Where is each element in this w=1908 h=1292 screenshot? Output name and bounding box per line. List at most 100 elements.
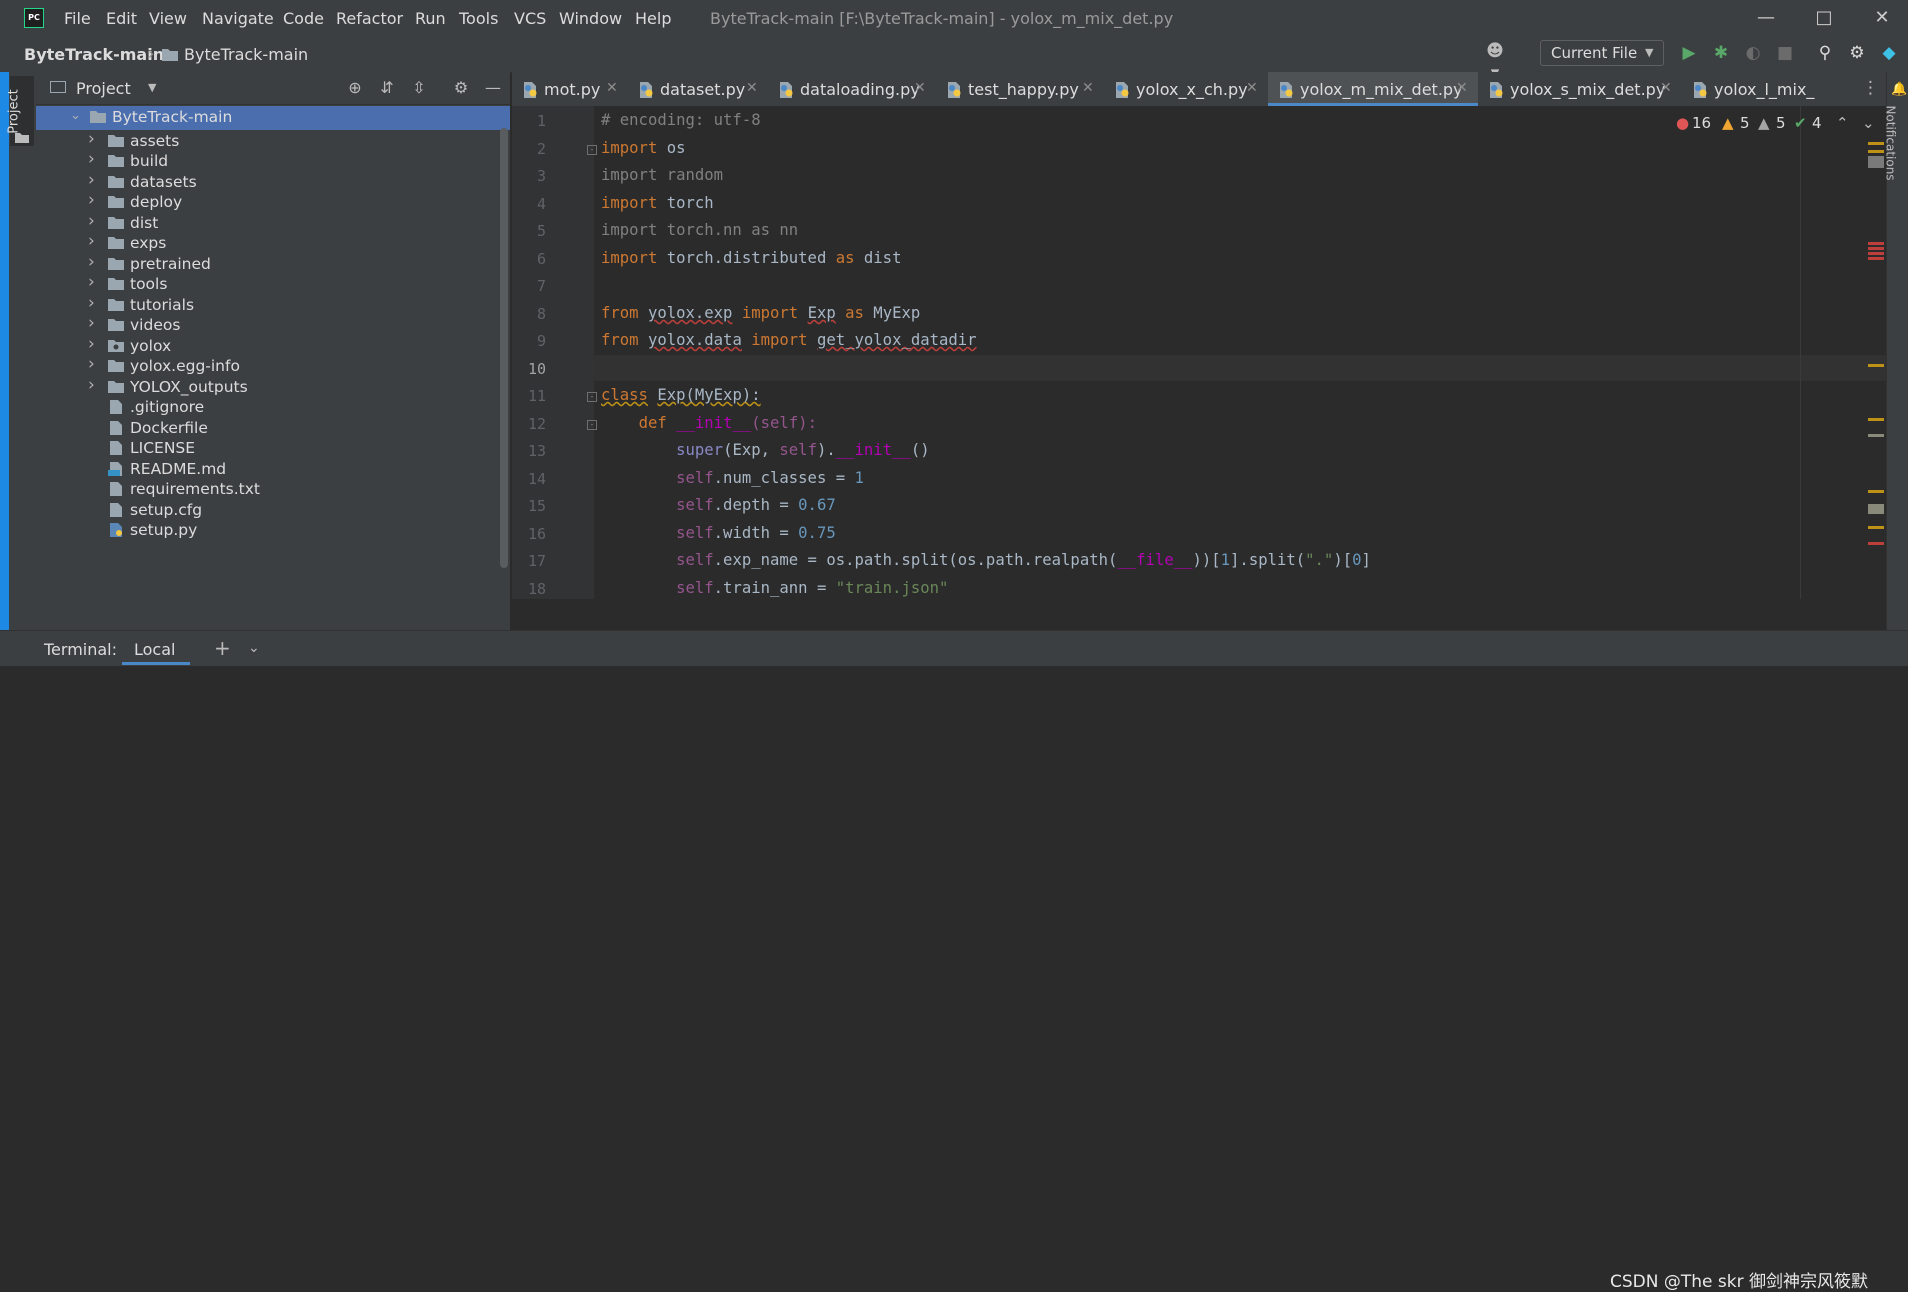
info-mark[interactable]	[1868, 504, 1884, 514]
line-number: 12	[527, 415, 546, 433]
info-mark[interactable]	[1868, 434, 1884, 437]
error-mark[interactable]	[1868, 242, 1884, 245]
chevron-right-icon[interactable]: ›	[88, 334, 95, 354]
chevron-right-icon[interactable]: ›	[88, 313, 95, 333]
warning-icon: ▲	[1722, 114, 1734, 132]
close-tab-icon[interactable]: ✕	[1246, 80, 1258, 96]
expand-all-icon[interactable]: ⇵	[376, 77, 398, 99]
editor-tab[interactable]: test_happy.py ✕	[936, 72, 1104, 106]
user-account-icon[interactable]: ☻▾	[1484, 40, 1506, 83]
coverage-icon[interactable]: ◐	[1742, 42, 1764, 64]
tree-root-item[interactable]: ⌄ ByteTrack-main	[36, 105, 506, 130]
project-panel-title[interactable]: Project	[76, 79, 131, 98]
stop-icon[interactable]: ■	[1774, 42, 1796, 64]
editor-tab[interactable]: dataloading.py ✕	[768, 72, 936, 106]
menu-navigate[interactable]: Navigate	[202, 9, 274, 28]
chevron-right-icon[interactable]: ›	[88, 211, 95, 231]
editor-tab[interactable]: yolox_s_mix_det.py ✕	[1478, 72, 1682, 106]
chevron-down-icon[interactable]: ⌄	[70, 108, 81, 123]
menu-tools[interactable]: Tools	[459, 9, 498, 28]
run-icon[interactable]: ▶	[1678, 42, 1700, 64]
code-text: torch	[657, 194, 714, 212]
chevron-right-icon[interactable]: ›	[88, 190, 95, 210]
chevron-right-icon[interactable]: ›	[88, 149, 95, 169]
close-tab-icon[interactable]: ✕	[1082, 80, 1094, 96]
hide-panel-icon[interactable]: —	[482, 77, 504, 99]
code-line-12: def __init__(self):	[601, 414, 817, 432]
chevron-right-icon[interactable]: ›	[88, 293, 95, 313]
window-title: ByteTrack-main [F:\ByteTrack-main] - yol…	[710, 9, 1174, 28]
chevron-right-icon[interactable]: ›	[88, 375, 95, 395]
fold-marker-icon[interactable]: -	[587, 145, 597, 155]
maximize-icon[interactable]: □	[1812, 6, 1836, 30]
minimize-icon[interactable]: —	[1754, 6, 1778, 30]
breadcrumb-root[interactable]: ByteTrack-main	[24, 45, 164, 64]
project-panel: Project ▼ ⊕ ⇵ ⇳ ⚙ — ⌄ ByteTrack-main › as…	[36, 72, 510, 630]
chevron-down-icon[interactable]: ▼	[148, 81, 156, 94]
menu-code[interactable]: Code	[283, 9, 324, 28]
menu-window[interactable]: Window	[559, 9, 622, 28]
jetbrains-toolbox-icon[interactable]: ◆	[1878, 42, 1900, 64]
chevron-down-icon[interactable]: ⌄	[248, 640, 260, 656]
close-window-icon[interactable]: ✕	[1870, 6, 1894, 30]
tab-label: yolox_m_mix_det.py	[1300, 80, 1463, 99]
close-tab-icon[interactable]: ✕	[1456, 80, 1468, 96]
menu-vcs[interactable]: VCS	[514, 9, 546, 28]
locate-file-icon[interactable]: ⊕	[344, 77, 366, 99]
error-mark[interactable]	[1868, 252, 1884, 255]
warning-mark[interactable]	[1868, 150, 1884, 153]
fold-marker-icon[interactable]: -	[587, 420, 597, 430]
folder-icon	[108, 216, 124, 229]
run-configuration-select[interactable]: Current File ▼	[1540, 40, 1664, 66]
chevron-right-icon[interactable]: ›	[88, 272, 95, 292]
panel-settings-gear-icon[interactable]: ⚙	[450, 77, 472, 99]
error-mark[interactable]	[1868, 542, 1884, 545]
more-tabs-icon[interactable]: ⋮	[1862, 78, 1879, 98]
chevron-right-icon[interactable]: ›	[88, 129, 95, 149]
chevron-right-icon[interactable]: ›	[88, 252, 95, 272]
error-mark[interactable]	[1868, 257, 1884, 260]
warning-mark[interactable]	[1868, 142, 1884, 145]
fold-marker-icon[interactable]: -	[587, 392, 597, 402]
menu-run[interactable]: Run	[415, 9, 446, 28]
chevron-right-icon[interactable]: ›	[88, 170, 95, 190]
menu-refactor[interactable]: Refactor	[336, 9, 403, 28]
warning-mark[interactable]	[1868, 490, 1884, 493]
error-mark[interactable]	[1868, 247, 1884, 250]
previous-highlight-icon[interactable]: ⌃	[1836, 114, 1849, 132]
editor-tab[interactable]: yolox_m_mix_det.py ✕	[1268, 72, 1478, 106]
line-number: 8	[536, 305, 546, 323]
menu-help[interactable]: Help	[635, 9, 671, 28]
breadcrumb-child[interactable]: ByteTrack-main	[184, 45, 308, 64]
close-tab-icon[interactable]: ✕	[606, 80, 618, 96]
debug-icon[interactable]: ✱	[1710, 42, 1732, 64]
chevron-right-icon[interactable]: ›	[88, 231, 95, 251]
tree-item[interactable]: setup.py	[36, 518, 506, 543]
chevron-right-icon[interactable]: ›	[88, 354, 95, 374]
editor-tab[interactable]: mot.py ✕	[512, 72, 628, 106]
notifications-strip[interactable]: 🔔 Notifications	[1884, 72, 1908, 630]
menu-edit[interactable]: Edit	[106, 9, 137, 28]
add-terminal-icon[interactable]: +	[214, 636, 231, 660]
scroll-thumb[interactable]	[1868, 156, 1884, 168]
editor-tab[interactable]: yolox_l_mix_	[1682, 72, 1864, 106]
project-tool-tab-label: Project	[6, 89, 22, 134]
close-tab-icon[interactable]: ✕	[746, 80, 758, 96]
notifications-tab-label[interactable]: Notifications	[1884, 105, 1898, 180]
warning-mark[interactable]	[1868, 418, 1884, 421]
editor-tab[interactable]: dataset.py ✕	[628, 72, 768, 106]
editor-tab[interactable]: yolox_x_ch.py ✕	[1104, 72, 1268, 106]
warning-mark[interactable]	[1868, 526, 1884, 529]
close-tab-icon[interactable]: ✕	[1660, 80, 1672, 96]
collapse-all-icon[interactable]: ⇳	[408, 77, 430, 99]
line-number: 16	[527, 525, 546, 543]
menu-view[interactable]: View	[149, 9, 187, 28]
search-icon[interactable]: ⚲	[1814, 42, 1836, 64]
notifications-bell-icon[interactable]: 🔔	[1891, 82, 1907, 97]
close-tab-icon[interactable]: ✕	[914, 80, 926, 96]
terminal-tab-local[interactable]: Local	[118, 631, 194, 666]
python-file-icon	[948, 82, 961, 98]
settings-gear-icon[interactable]: ⚙	[1846, 42, 1868, 64]
menu-file[interactable]: File	[64, 9, 91, 28]
warning-mark[interactable]	[1868, 364, 1884, 367]
